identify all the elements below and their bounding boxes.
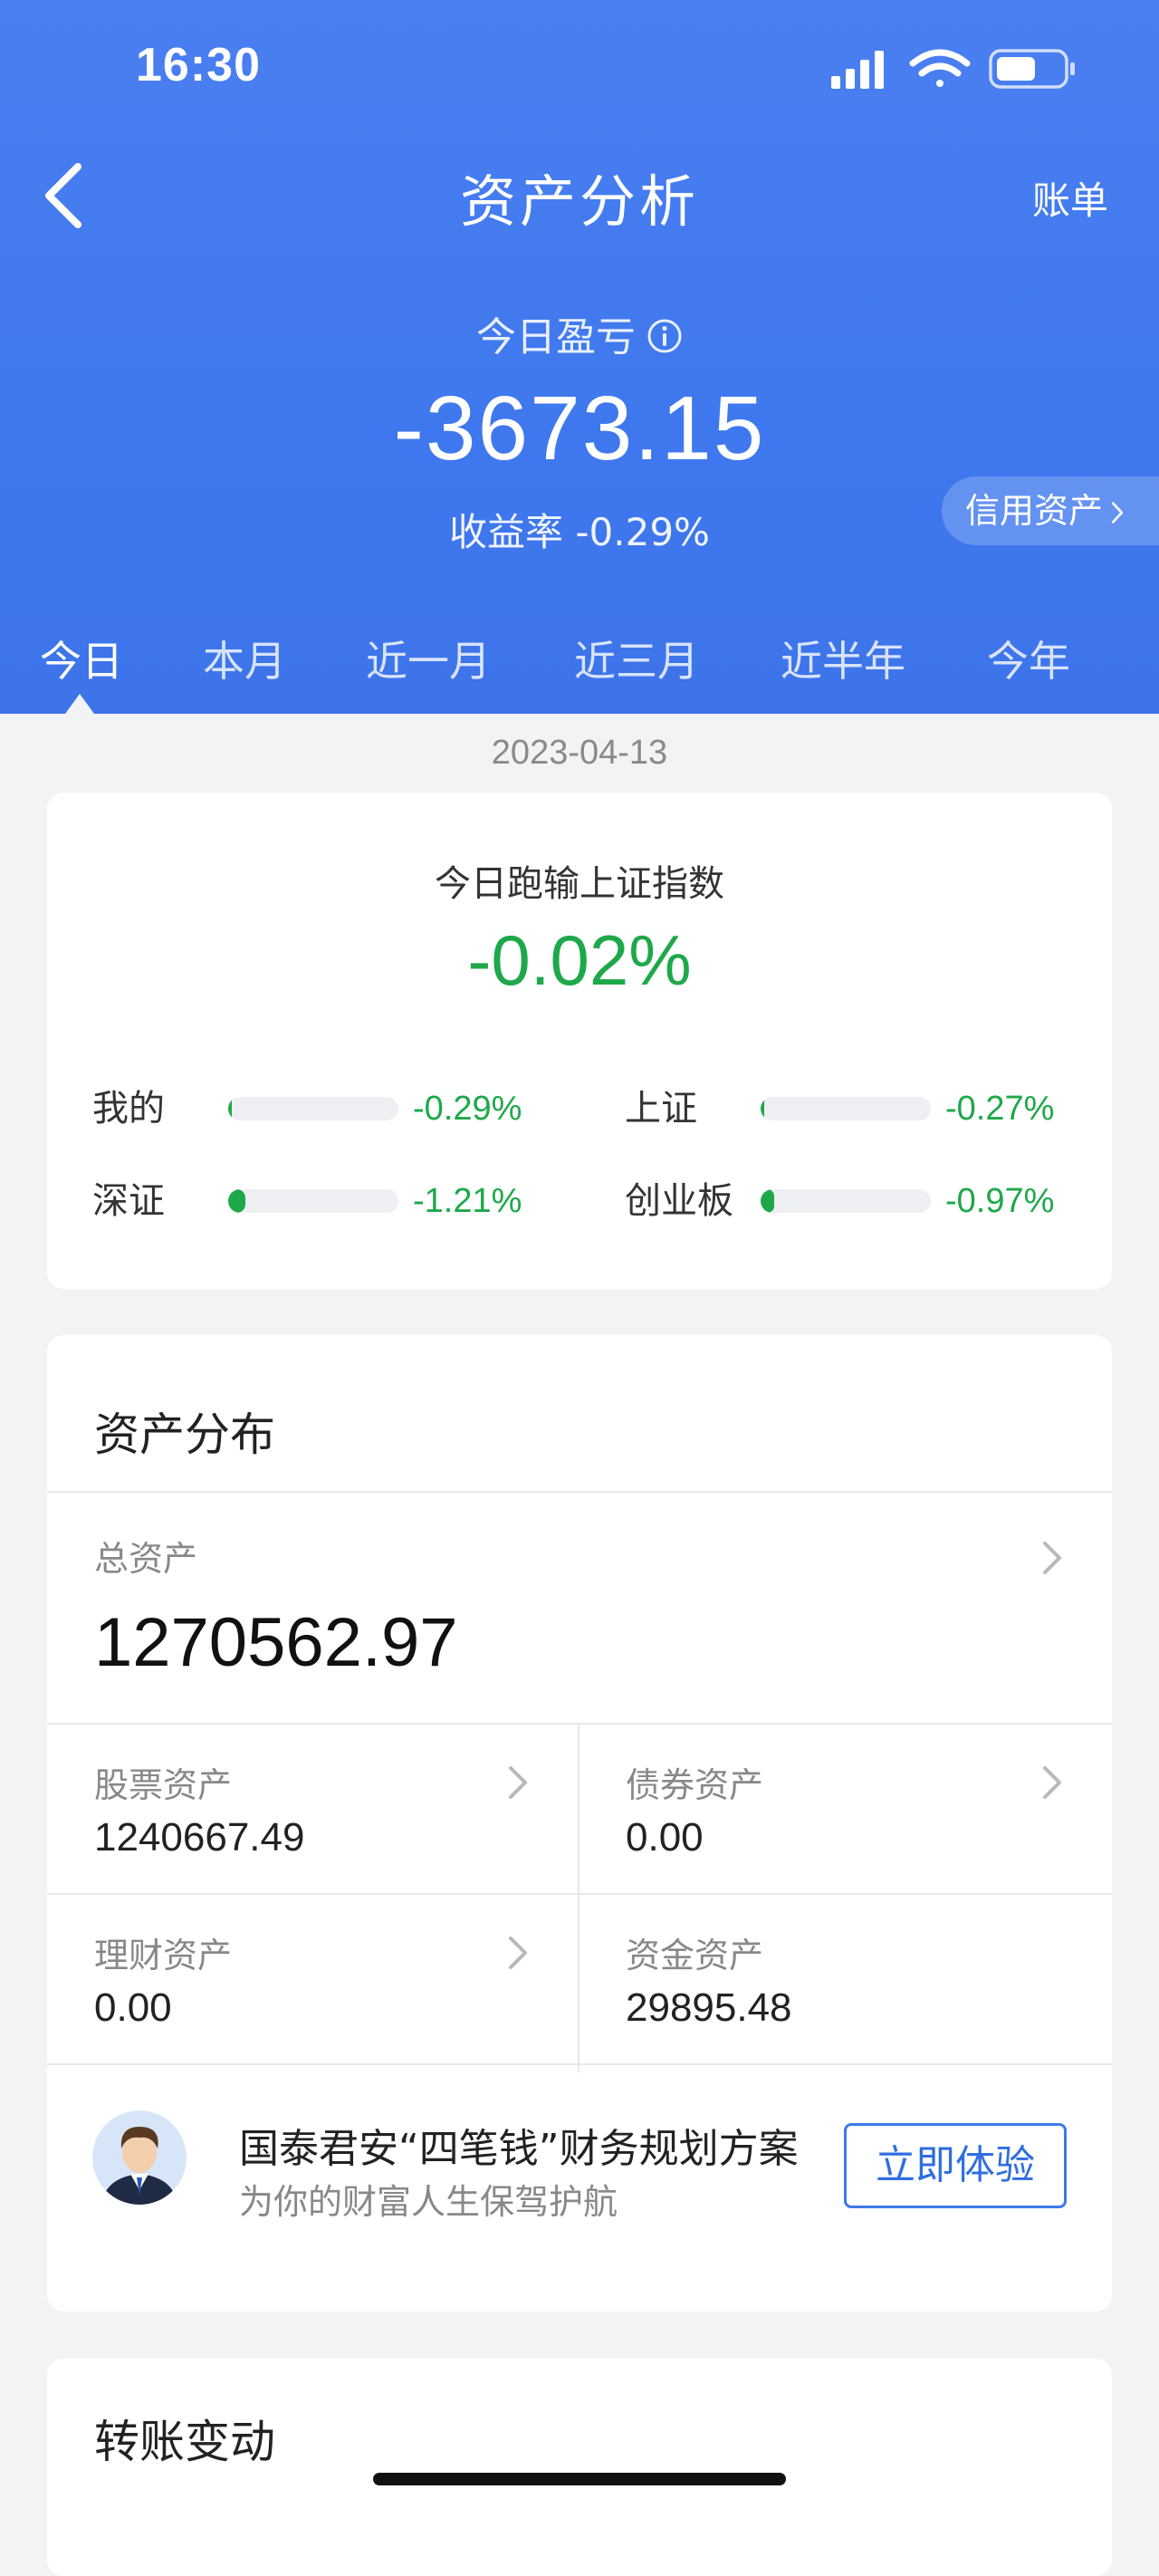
benchmark-label: 我的 bbox=[92, 1088, 165, 1129]
info-icon[interactable] bbox=[647, 318, 683, 354]
transfer-section-title: 转账变动 bbox=[94, 2416, 275, 2468]
benchmark-bar-fill bbox=[761, 1189, 775, 1213]
benchmark-bar bbox=[761, 1097, 931, 1120]
wealth-assets-label: 理财资产 bbox=[94, 1936, 233, 1975]
date-label: 2023-04-13 bbox=[491, 734, 668, 772]
period-tabs: 今日 本月 近一月 近三月 近半年 今年 bbox=[0, 629, 1159, 714]
divider bbox=[47, 1491, 1112, 1493]
wifi-icon bbox=[909, 49, 971, 87]
bond-assets-label: 债券资产 bbox=[626, 1765, 764, 1805]
benchmark-bar bbox=[228, 1189, 398, 1213]
benchmark-label: 创业板 bbox=[625, 1180, 733, 1222]
financial-plan-banner[interactable]: 国泰君安“四笔钱”财务规划方案 为你的财富人生保驾护航 立即体验 bbox=[47, 2072, 1112, 2272]
header: 16:30 资产分析 账单 今日盈亏 -3673.15 收益率 -0.29% 信… bbox=[0, 0, 1159, 714]
chevron-right-icon bbox=[1043, 1542, 1061, 1574]
tab-today[interactable]: 今日 bbox=[40, 629, 123, 688]
total-assets-value: 1270562.97 bbox=[94, 1604, 458, 1681]
yield-label: 收益率 bbox=[449, 510, 564, 554]
benchmark-label: 深证 bbox=[92, 1180, 165, 1222]
tab-this-month[interactable]: 本月 bbox=[203, 629, 286, 688]
credit-assets-label: 信用资产 bbox=[965, 491, 1104, 531]
page-title: 资产分析 bbox=[459, 168, 699, 235]
benchmark-value-text: -0.29% bbox=[413, 1090, 522, 1128]
chevron-right-icon bbox=[509, 1766, 527, 1799]
active-tab-indicator bbox=[65, 694, 94, 714]
tab-last-half-year[interactable]: 近半年 bbox=[781, 629, 905, 688]
benchmark-bar bbox=[761, 1189, 931, 1213]
tab-this-year[interactable]: 今年 bbox=[987, 629, 1070, 688]
wealth-assets-value: 0.00 bbox=[94, 1985, 172, 2030]
stock-assets-label: 股票资产 bbox=[94, 1765, 233, 1805]
pnl-value: -3673.15 bbox=[393, 378, 766, 479]
benchmark-title: 今日跑输上证指数 bbox=[435, 863, 724, 905]
benchmark-bar-fill bbox=[228, 1097, 232, 1120]
yield-value: -0.29% bbox=[575, 510, 710, 554]
signal-icon bbox=[831, 51, 884, 89]
bill-link[interactable]: 账单 bbox=[1032, 170, 1108, 226]
chevron-right-icon bbox=[509, 1937, 527, 1969]
cash-assets-label: 资金资产 bbox=[626, 1936, 764, 1975]
benchmark-bar-fill bbox=[228, 1189, 245, 1213]
cash-assets-value: 29895.48 bbox=[626, 1985, 792, 2030]
battery-icon bbox=[989, 49, 1075, 89]
asset-section-title: 资产分布 bbox=[94, 1408, 275, 1461]
divider bbox=[47, 1893, 1112, 1895]
chevron-right-icon bbox=[1111, 502, 1124, 524]
benchmark-card: 今日跑输上证指数 -0.02% 我的 -0.29% 上证 -0.27% 深证 -… bbox=[47, 793, 1112, 1289]
divider bbox=[47, 1723, 1112, 1725]
status-time: 16:30 bbox=[136, 39, 261, 91]
total-assets-label: 总资产 bbox=[94, 1539, 198, 1579]
tab-last-month[interactable]: 近一月 bbox=[366, 629, 491, 688]
status-icons bbox=[831, 49, 1075, 89]
bond-assets-value: 0.00 bbox=[626, 1815, 704, 1860]
chevron-right-icon bbox=[1043, 1766, 1061, 1799]
plan-subtitle: 为你的财富人生保驾护航 bbox=[239, 2182, 618, 2222]
pnl-label: 今日盈亏 bbox=[476, 314, 636, 360]
divider bbox=[578, 1723, 580, 2072]
divider bbox=[47, 2063, 1112, 2065]
credit-assets-button[interactable]: 信用资产 bbox=[942, 476, 1159, 545]
benchmark-bar-fill bbox=[761, 1097, 764, 1120]
benchmark-value-text: -1.21% bbox=[413, 1182, 522, 1220]
try-now-button[interactable]: 立即体验 bbox=[844, 2123, 1067, 2208]
plan-title: 国泰君安“四笔钱”财务规划方案 bbox=[239, 2126, 799, 2172]
benchmark-value-text: -0.27% bbox=[945, 1090, 1055, 1128]
pnl-label-row: 今日盈亏 bbox=[0, 304, 1159, 362]
benchmark-value-text: -0.97% bbox=[945, 1182, 1055, 1220]
benchmark-bar bbox=[228, 1097, 398, 1120]
advisor-avatar bbox=[92, 2110, 187, 2205]
benchmark-value: -0.02% bbox=[467, 920, 692, 1000]
transfer-changes-card: 转账变动 bbox=[47, 2359, 1112, 2576]
home-indicator bbox=[373, 2473, 786, 2485]
stock-assets-value: 1240667.49 bbox=[94, 1815, 305, 1860]
asset-distribution-card: 资产分布 总资产 1270562.97 股票资产 1240667.49 债券资产… bbox=[47, 1335, 1112, 2312]
tab-last-three-months[interactable]: 近三月 bbox=[574, 629, 699, 688]
benchmark-label: 上证 bbox=[625, 1088, 697, 1129]
